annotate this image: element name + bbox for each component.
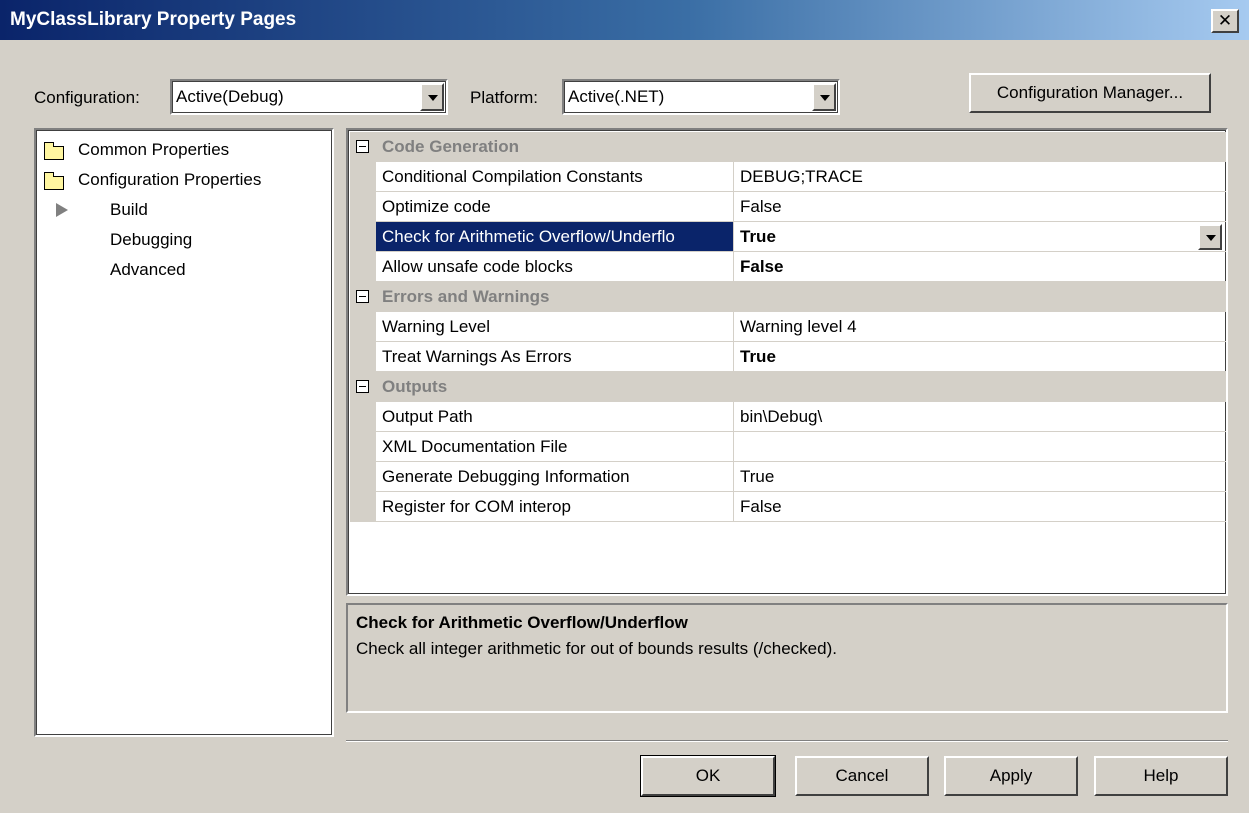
- platform-label: Platform:: [470, 88, 539, 107]
- property-value[interactable]: Warning level 4: [736, 312, 857, 341]
- description-pane: Check for Arithmetic Overflow/Underflow …: [346, 603, 1228, 713]
- property-value[interactable]: [736, 432, 740, 461]
- collapse-icon[interactable]: [356, 380, 369, 393]
- property-name[interactable]: Generate Debugging Information: [376, 462, 734, 491]
- property-row[interactable]: Conditional Compilation Constants DEBUG;…: [350, 162, 1226, 192]
- property-value[interactable]: True: [736, 462, 774, 491]
- category-label: Code Generation: [382, 137, 519, 156]
- category-code-generation[interactable]: Code Generation: [350, 132, 1226, 162]
- property-name[interactable]: Treat Warnings As Errors: [376, 342, 734, 371]
- title-bar[interactable]: MyClassLibrary Property Pages ✕: [0, 0, 1249, 40]
- category-tree[interactable]: Common Properties Configuration Properti…: [34, 128, 334, 737]
- tree-item-label: Debugging: [110, 230, 193, 249]
- property-row[interactable]: Output Path bin\Debug\: [350, 402, 1226, 432]
- cancel-button[interactable]: Cancel: [795, 756, 929, 796]
- property-row[interactable]: Treat Warnings As Errors True: [350, 342, 1226, 372]
- platform-dropdown-button[interactable]: [812, 83, 836, 111]
- value-dropdown-button[interactable]: [1198, 224, 1222, 250]
- category-label: Outputs: [382, 377, 448, 396]
- collapse-icon[interactable]: [356, 140, 369, 153]
- property-row[interactable]: Optimize code False: [350, 192, 1226, 222]
- folder-icon: [44, 142, 64, 160]
- tree-item-label: Advanced: [110, 260, 186, 279]
- description-text: Check all integer arithmetic for out of …: [356, 639, 837, 658]
- property-row[interactable]: Register for COM interop False: [350, 492, 1226, 522]
- property-row[interactable]: Warning Level Warning level 4: [350, 312, 1226, 342]
- property-pages-dialog: MyClassLibrary Property Pages ✕ Configur…: [0, 0, 1249, 813]
- property-name[interactable]: Allow unsafe code blocks: [376, 252, 734, 281]
- property-name[interactable]: Warning Level: [376, 312, 734, 341]
- property-row[interactable]: XML Documentation File: [350, 432, 1226, 462]
- apply-button[interactable]: Apply: [944, 756, 1078, 796]
- description-title: Check for Arithmetic Overflow/Underflow: [356, 613, 688, 632]
- separator: [346, 740, 1228, 742]
- row-gutter: [350, 222, 376, 252]
- property-grid[interactable]: Code Generation Conditional Compilation …: [346, 128, 1228, 596]
- property-name[interactable]: Output Path: [376, 402, 734, 431]
- property-name[interactable]: XML Documentation File: [376, 432, 734, 461]
- tree-item-label: Build: [110, 200, 148, 219]
- configuration-manager-button[interactable]: Configuration Manager...: [969, 73, 1211, 113]
- row-gutter: [350, 252, 376, 282]
- folder-open-icon: [44, 172, 64, 190]
- help-button[interactable]: Help: [1094, 756, 1228, 796]
- row-gutter: [350, 462, 376, 492]
- row-gutter: [350, 402, 376, 432]
- category-label: Errors and Warnings: [382, 287, 550, 306]
- arrow-right-icon: [56, 203, 68, 217]
- tree-item-label: Common Properties: [78, 140, 230, 159]
- window-title: MyClassLibrary Property Pages: [10, 9, 297, 30]
- property-row[interactable]: Generate Debugging Information True: [350, 462, 1226, 492]
- property-name[interactable]: Conditional Compilation Constants: [376, 162, 734, 191]
- category-outputs[interactable]: Outputs: [350, 372, 1226, 402]
- property-value[interactable]: True: [736, 342, 776, 371]
- row-gutter: [350, 192, 376, 222]
- ok-button[interactable]: OK: [640, 755, 776, 797]
- configuration-label: Configuration:: [34, 88, 140, 107]
- property-row[interactable]: Allow unsafe code blocks False: [350, 252, 1226, 282]
- row-gutter: [350, 342, 376, 372]
- row-gutter: [350, 432, 376, 462]
- property-value[interactable]: DEBUG;TRACE: [736, 162, 863, 191]
- property-row-selected[interactable]: Check for Arithmetic Overflow/Underflo T…: [350, 222, 1226, 252]
- configuration-combo[interactable]: Active(Debug): [170, 79, 448, 115]
- configuration-value: Active(Debug): [176, 87, 284, 106]
- close-icon: ✕: [1217, 11, 1233, 30]
- category-errors-and-warnings[interactable]: Errors and Warnings: [350, 282, 1226, 312]
- row-gutter: [350, 312, 376, 342]
- property-value[interactable]: bin\Debug\: [736, 402, 822, 431]
- tree-item-label: Configuration Properties: [78, 170, 262, 189]
- property-value[interactable]: False: [736, 192, 782, 221]
- platform-combo[interactable]: Active(.NET): [562, 79, 840, 115]
- close-button[interactable]: ✕: [1211, 9, 1239, 33]
- property-name[interactable]: Check for Arithmetic Overflow/Underflo: [376, 222, 734, 251]
- collapse-icon[interactable]: [356, 290, 369, 303]
- property-value[interactable]: False: [736, 252, 783, 281]
- configuration-dropdown-button[interactable]: [420, 83, 444, 111]
- property-name[interactable]: Register for COM interop: [376, 492, 734, 521]
- platform-value: Active(.NET): [568, 87, 665, 106]
- property-value[interactable]: False: [736, 492, 782, 521]
- row-gutter: [350, 162, 376, 192]
- property-name[interactable]: Optimize code: [376, 192, 734, 221]
- row-gutter: [350, 492, 376, 522]
- property-value[interactable]: True: [736, 222, 776, 251]
